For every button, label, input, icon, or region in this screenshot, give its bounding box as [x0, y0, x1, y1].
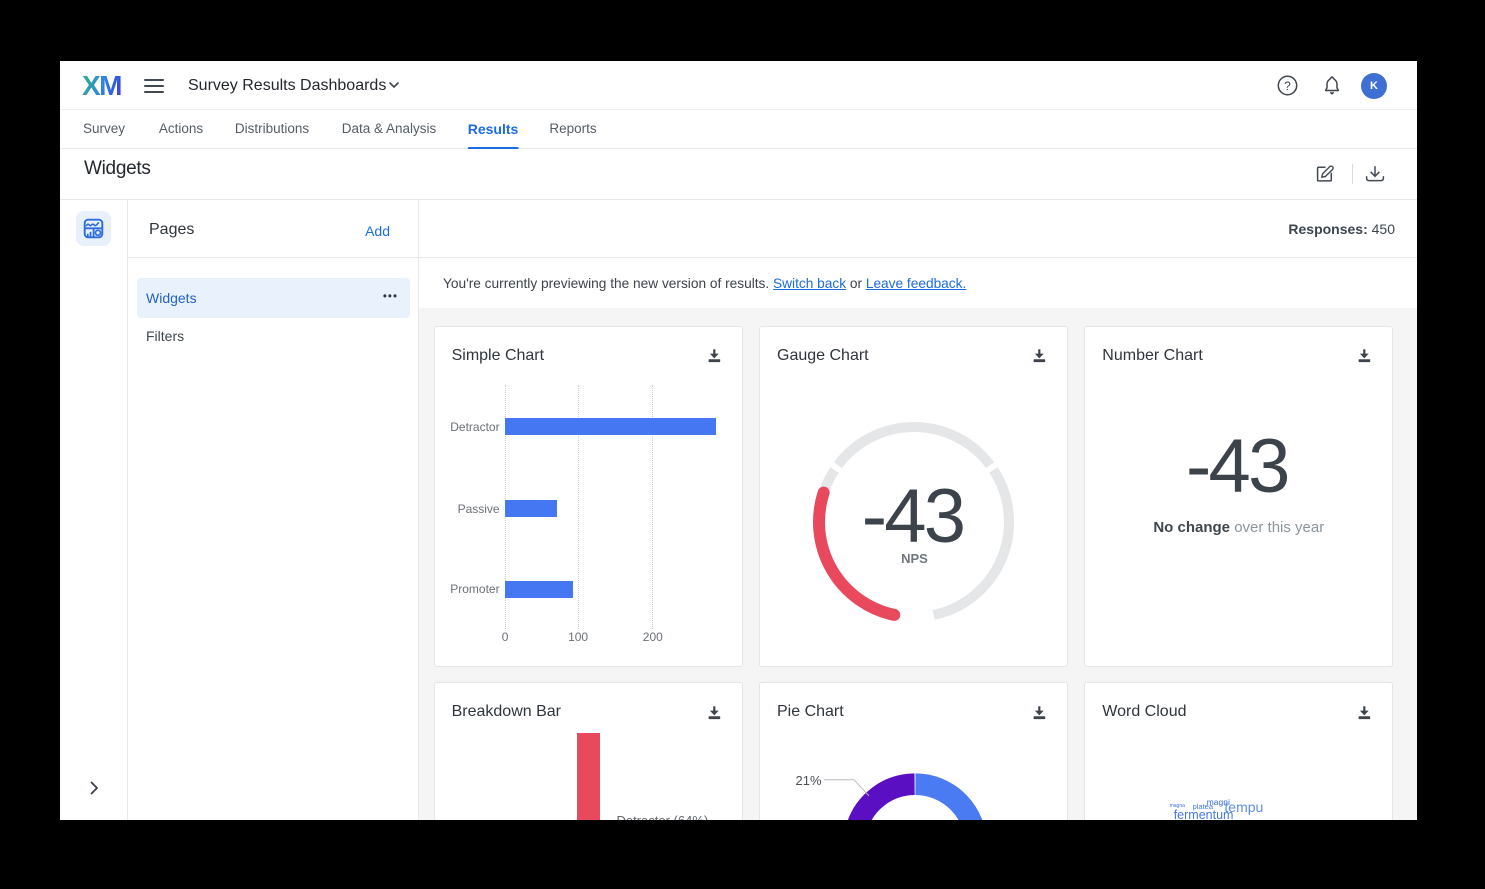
svg-text:?: ?	[1284, 79, 1291, 93]
